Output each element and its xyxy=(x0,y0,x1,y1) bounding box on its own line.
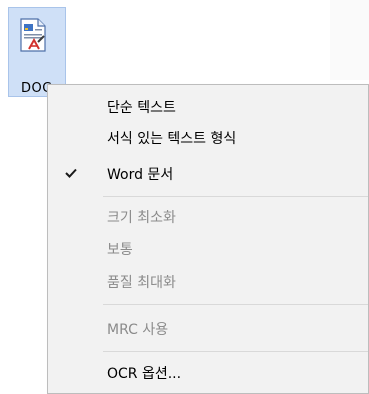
menu-item-plain-text[interactable]: 단순 텍스트 xyxy=(48,91,368,121)
menu-item-word-document[interactable]: Word 문서 xyxy=(48,158,368,188)
menu-item-ocr-options[interactable]: OCR 옵션... xyxy=(48,357,368,387)
menu-item-label: 서식 있는 텍스트 형식 xyxy=(107,131,237,147)
menu-item-label: MRC 사용 xyxy=(107,322,169,338)
menu-item-use-mrc[interactable]: MRC 사용 xyxy=(48,313,368,343)
menu-item-label: 단순 텍스트 xyxy=(107,100,176,116)
menu-item-normal[interactable]: 보통 xyxy=(48,233,368,263)
menu-item-label: 보통 xyxy=(107,242,133,258)
background-pane xyxy=(330,0,369,80)
context-menu: 단순 텍스트 서식 있는 텍스트 형식 Word 문서 크기 최소화 보통 품질… xyxy=(47,84,369,394)
menu-separator xyxy=(103,304,368,305)
checkmark-icon xyxy=(54,161,88,187)
menu-item-label: OCR 옵션... xyxy=(107,366,182,382)
menu-separator xyxy=(103,196,368,197)
menu-item-label: Word 문서 xyxy=(107,167,174,183)
document-icon xyxy=(19,18,47,52)
menu-item-label: 품질 최대화 xyxy=(107,275,176,291)
menu-item-minimize-size[interactable]: 크기 최소화 xyxy=(48,201,368,231)
menu-item-label: 크기 최소화 xyxy=(107,210,176,226)
menu-separator xyxy=(103,351,368,352)
menu-item-rich-text[interactable]: 서식 있는 텍스트 형식 xyxy=(48,122,368,152)
menu-item-maximize-quality[interactable]: 품질 최대화 xyxy=(48,266,368,296)
